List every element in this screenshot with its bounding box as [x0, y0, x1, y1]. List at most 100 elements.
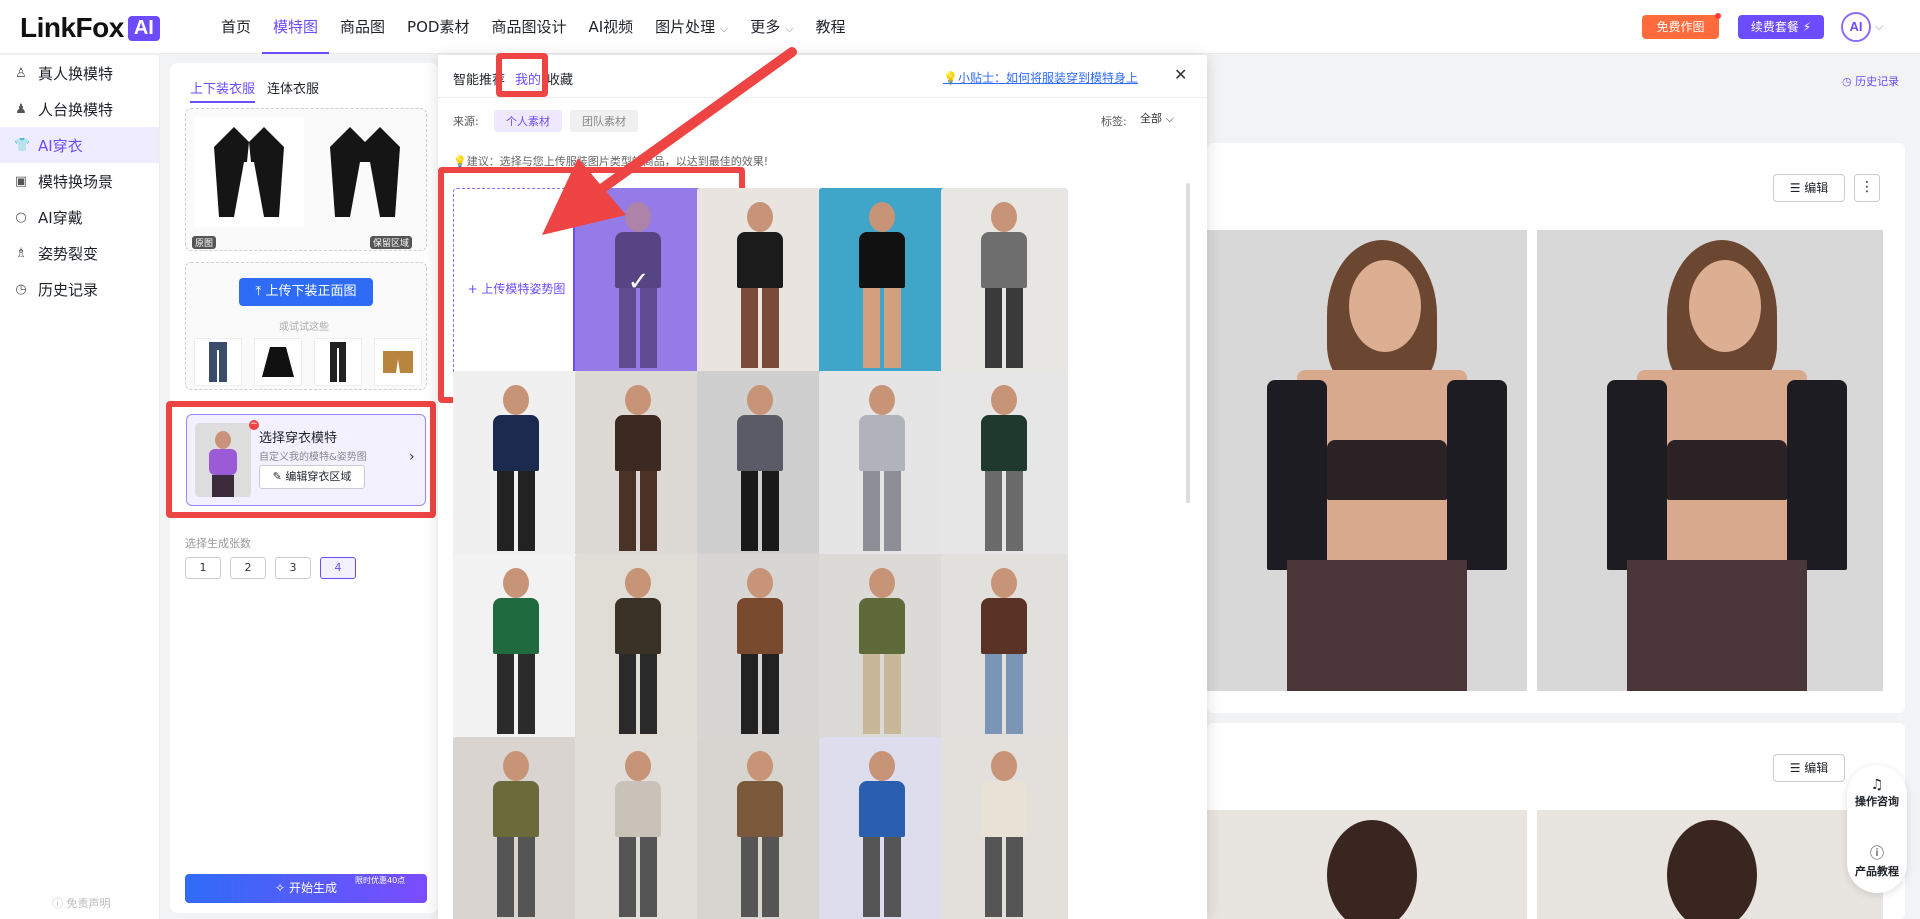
- sidebar-item-mannequin[interactable]: ♟ 人台换模特: [0, 91, 159, 127]
- result-photo-2[interactable]: [1537, 230, 1883, 691]
- more-options-button[interactable]: ⋮: [1854, 174, 1880, 202]
- model-figure: [941, 554, 1068, 741]
- tag-filter-select[interactable]: 全部 ⌵: [1140, 110, 1174, 126]
- disclaimer-link[interactable]: ⓘ 免责声明: [52, 895, 111, 911]
- nav-pod[interactable]: POD素材: [396, 0, 480, 54]
- chevron-down-icon: ⌵: [719, 22, 729, 35]
- user-avatar[interactable]: AI: [1841, 12, 1871, 42]
- model-thumbnail-card[interactable]: [941, 554, 1068, 741]
- garment-type-tabs: 上下装衣服 连体衣服: [190, 78, 319, 103]
- model-thumbnail-card[interactable]: [819, 554, 946, 741]
- nav-model-image[interactable]: 模特图: [262, 0, 330, 54]
- model-figure: [819, 737, 946, 919]
- model-thumbnail-card[interactable]: [697, 737, 824, 919]
- edit-area-button[interactable]: ✎ 编辑穿衣区域: [259, 465, 365, 489]
- clock-icon: ◷: [1842, 75, 1852, 88]
- model-figure: [453, 371, 580, 558]
- sample-skirt[interactable]: [254, 338, 302, 386]
- select-model-card[interactable]: − 选择穿衣模特 自定义我的模特&姿势图 ✎ 编辑穿衣区域 ›: [186, 414, 426, 506]
- disclaimer-label: 免责声明: [66, 897, 111, 910]
- remove-badge-icon[interactable]: −: [249, 420, 259, 430]
- consult-button[interactable]: ♫ 操作咨询: [1847, 777, 1907, 809]
- brand-badge: AI: [127, 15, 160, 41]
- model-thumbnail-card[interactable]: [819, 188, 946, 375]
- model-figure: [453, 554, 580, 741]
- nav-home[interactable]: 首页: [210, 0, 262, 54]
- model-thumbnail-card[interactable]: [941, 188, 1068, 375]
- sidebar-item-pose[interactable]: ♗ 姿势裂变: [0, 235, 159, 271]
- sidebar-item-ai-wear[interactable]: ○ AI穿戴: [0, 199, 159, 235]
- tab-onepiece[interactable]: 连体衣服: [267, 78, 319, 103]
- history-link[interactable]: ◷ 历史记录: [1842, 73, 1899, 89]
- free-create-button[interactable]: 免费作图: [1642, 15, 1719, 39]
- sidebar-item-label: AI穿戴: [38, 208, 83, 227]
- model-thumbnail-card[interactable]: [697, 554, 824, 741]
- model-figure: [697, 371, 824, 558]
- count-option-3[interactable]: 3: [275, 557, 311, 579]
- count-option-2[interactable]: 2: [230, 557, 266, 579]
- jacket-keep-area-image: [310, 117, 420, 227]
- model-figure: [575, 554, 702, 741]
- result-photo-4[interactable]: [1537, 810, 1883, 919]
- tutorial-button[interactable]: ⓘ 产品教程: [1847, 843, 1907, 879]
- close-icon[interactable]: ✕: [1174, 65, 1187, 84]
- result-photo-3[interactable]: [1207, 810, 1527, 919]
- count-option-4[interactable]: 4: [320, 557, 356, 579]
- model-thumbnail-card[interactable]: [697, 371, 824, 558]
- consult-label: 操作咨询: [1855, 795, 1899, 808]
- sample-trousers[interactable]: [314, 338, 362, 386]
- sidebar-item-label: 历史记录: [38, 280, 99, 299]
- model-thumbnail-card[interactable]: [819, 371, 946, 558]
- model-figure: [941, 737, 1068, 919]
- tip-link-label: 小贴士：如何将服装穿到模特身上: [957, 71, 1138, 85]
- model-thumbnail-card[interactable]: [819, 737, 946, 919]
- magic-wand-icon: ✧: [275, 881, 286, 895]
- model-thumbnail-card[interactable]: [575, 371, 702, 558]
- clock-icon: ◷: [15, 281, 27, 297]
- brand-logo[interactable]: LinkFox AI: [20, 12, 160, 44]
- upload-icon: ⤒: [255, 284, 262, 299]
- model-thumbnail-card[interactable]: [453, 371, 580, 558]
- sidebar-item-label: AI穿衣: [38, 136, 83, 155]
- sidebar-item-scene[interactable]: ▣ 模特换场景: [0, 163, 159, 199]
- count-option-1[interactable]: 1: [185, 557, 221, 579]
- edit-result-button[interactable]: ☰ 编辑: [1773, 754, 1845, 782]
- scrollbar[interactable]: [1186, 183, 1190, 503]
- sidebar-item-ai-dress[interactable]: 👕 AI穿衣: [0, 127, 159, 163]
- model-thumbnail-card[interactable]: [941, 737, 1068, 919]
- sample-bottoms: [194, 338, 422, 386]
- mannequin-icon: ♟: [15, 101, 27, 117]
- model-figure: [819, 554, 946, 741]
- chevron-down-icon: ⌵: [785, 22, 794, 35]
- edit-result-button[interactable]: ☰ 编辑: [1773, 174, 1845, 202]
- sidebar-item-real-model[interactable]: ♙ 真人换模特: [0, 55, 159, 91]
- garment-preview[interactable]: 原图 保留区域: [185, 108, 427, 251]
- tutorial-label: 产品教程: [1855, 865, 1899, 878]
- edit-label: 编辑: [1804, 761, 1829, 775]
- chevron-down-icon[interactable]: ⌵: [1875, 20, 1883, 34]
- tab-top-bottom[interactable]: 上下装衣服: [190, 78, 256, 103]
- nav-image-process-label: 图片处理: [655, 18, 716, 36]
- chevron-right-icon: ›: [409, 449, 415, 465]
- model-thumbnail-card[interactable]: [575, 737, 702, 919]
- model-thumbnail-card[interactable]: [575, 554, 702, 741]
- tag-filter-value: 全部: [1140, 112, 1162, 125]
- sidebar-item-history[interactable]: ◷ 历史记录: [0, 271, 159, 307]
- help-icon: ⓘ: [1870, 846, 1884, 862]
- model-thumbnail-card[interactable]: [453, 554, 580, 741]
- model-grid: ✓AI穿衣2.02222穿衣区域涂抹11da1f13403ae4931b4...…: [453, 188, 1193, 919]
- bulb-icon: 💡: [943, 71, 958, 85]
- try-these-label: 或试试这些: [279, 322, 329, 333]
- sample-jeans[interactable]: [194, 338, 242, 386]
- nav-product-image[interactable]: 商品图: [329, 0, 396, 54]
- promo-badge: 限时优惠40点: [355, 876, 406, 885]
- sample-shorts[interactable]: [374, 338, 422, 386]
- nav-tutorial[interactable]: 教程: [804, 0, 856, 54]
- model-thumbnail-card[interactable]: [453, 737, 580, 919]
- result-photo-1[interactable]: [1207, 230, 1527, 691]
- tip-link[interactable]: 💡小贴士：如何将服装穿到模特身上: [943, 69, 1138, 86]
- model-figure: [941, 188, 1068, 375]
- model-thumbnail-card[interactable]: [941, 371, 1068, 558]
- upload-bottom-button[interactable]: ⤒ 上传下装正面图: [239, 278, 373, 306]
- renew-plan-button[interactable]: 续费套餐 ⚡: [1738, 15, 1824, 39]
